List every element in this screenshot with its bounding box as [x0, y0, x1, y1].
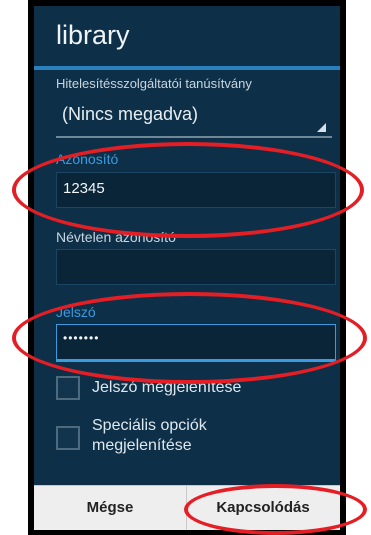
cancel-button[interactable]: Mégse	[34, 486, 187, 530]
anonymous-identity-field[interactable]	[56, 249, 336, 285]
identity-field[interactable]: 12345	[56, 172, 336, 208]
anonymous-identity-label: Névtelen azonosító	[56, 229, 176, 245]
advanced-options-label-line1: Speciális opciók	[92, 417, 207, 434]
show-password-checkbox[interactable]	[56, 376, 80, 400]
advanced-options-checkbox[interactable]	[56, 426, 80, 450]
dialog-title: library	[56, 20, 130, 50]
advanced-options-label: Speciális opciók megjelenítése	[92, 416, 207, 456]
ca-certificate-label: Hitelesítésszolgáltatói tanúsítvány	[56, 76, 252, 91]
identity-label: Azonosító	[56, 151, 119, 167]
ca-certificate-dropdown[interactable]: (Nincs megadva)	[56, 98, 332, 138]
dialog-button-bar: Mégse Kapcsolódás	[34, 485, 340, 530]
title-divider	[34, 66, 340, 70]
password-value: •••••••	[63, 331, 100, 345]
connect-button[interactable]: Kapcsolódás	[187, 486, 339, 530]
identity-value: 12345	[63, 180, 105, 197]
ca-certificate-value: (Nincs megadva)	[62, 104, 199, 124]
advanced-options-label-line2: megjelenítése	[92, 437, 192, 454]
show-password-label: Jelszó megjelenítése	[92, 379, 242, 396]
password-label: Jelszó	[56, 304, 96, 320]
dropdown-arrow-icon	[317, 123, 326, 132]
password-field[interactable]: •••••••	[56, 324, 336, 362]
wifi-login-dialog: library Hitelesítésszolgáltatói tanúsítv…	[34, 6, 340, 530]
